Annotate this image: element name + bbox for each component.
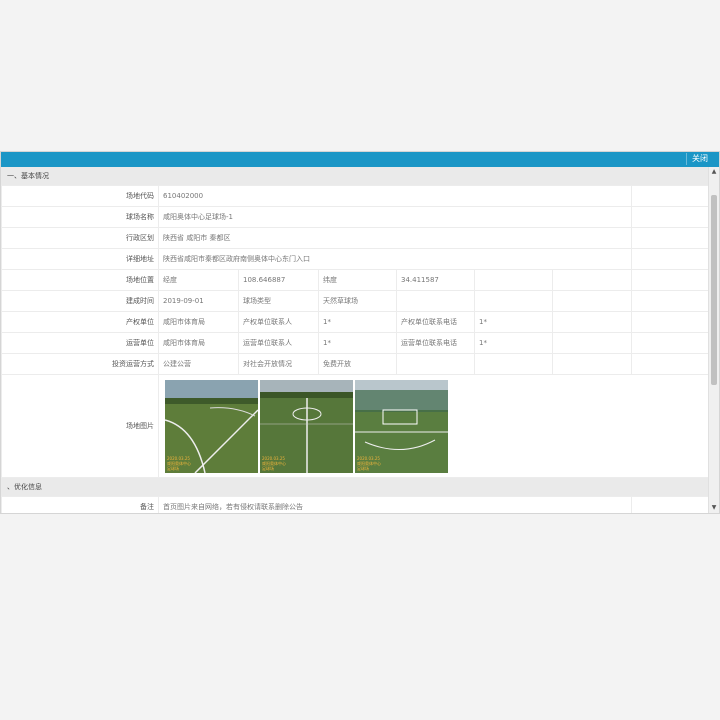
field-label: 运营单位联系人 (238, 332, 319, 354)
table-row: 运营单位 咸阳市体育局 运营单位联系人 1* 运营单位联系电话 1* (1, 332, 710, 354)
close-button[interactable]: 关闭 (686, 153, 713, 165)
field-label: 行政区划 (1, 227, 159, 249)
table-row: 球场名称 咸阳奥体中心足球场-1 (1, 206, 710, 228)
field-label: 场地位置 (1, 269, 159, 291)
field-value: 1* (474, 311, 553, 333)
field-value: 天然草球场 (318, 290, 397, 312)
empty-cell (631, 269, 710, 291)
empty-cell (631, 185, 710, 207)
vertical-scrollbar[interactable]: ▲ ▼ (708, 167, 719, 513)
field-value: 1* (318, 311, 397, 333)
empty-cell (631, 311, 710, 333)
table-row: 产权单位 咸阳市体育局 产权单位联系人 1* 产权单位联系电话 1* (1, 311, 710, 333)
empty-cell (551, 269, 633, 291)
table-row: 行政区划 陕西省 咸阳市 秦都区 (1, 227, 710, 249)
field-value: 1* (318, 332, 397, 354)
field-value: 公建公营 (158, 353, 239, 375)
dialog-header: 关闭 (1, 152, 719, 167)
field-label: 详细地址 (1, 248, 159, 270)
field-label: 产权单位 (1, 311, 159, 333)
field-value: 1* (474, 332, 553, 354)
scroll-thumb[interactable] (711, 195, 717, 385)
field-label: 投资运营方式 (1, 353, 159, 375)
basic-info-table: 场地代码 610402000 球场名称 咸阳奥体中心足球场-1 行政区划 陕西省… (1, 185, 710, 478)
field-label: 建成时间 (1, 290, 159, 312)
field-value: 首页图片来自网络，若有侵权请联系删除公告 (158, 496, 632, 513)
dialog-content: 一、基本情况 场地代码 610402000 球场名称 咸阳奥体中心足球场-1 行… (1, 167, 710, 513)
field-label: 场地代码 (1, 185, 159, 207)
field-label: 运营单位联系电话 (396, 332, 475, 354)
photo-caption: 2020.03.25 咸阳奥体中心 足球场 (357, 455, 381, 471)
field-label: 球场类型 (238, 290, 319, 312)
field-label: 经度 (158, 269, 239, 291)
photo-caption: 2020.03.25 咸阳奥体中心 足球场 (262, 455, 286, 471)
empty-cell (631, 353, 710, 375)
empty-cell (396, 353, 475, 375)
field-label: 运营单位 (1, 332, 159, 354)
empty-cell (474, 269, 553, 291)
scroll-up-icon[interactable]: ▲ (709, 167, 719, 177)
scroll-down-icon[interactable]: ▼ (709, 503, 719, 513)
empty-cell (631, 290, 710, 312)
field-label: 对社会开放情况 (238, 353, 319, 375)
empty-cell (474, 290, 553, 312)
field-label: 球场名称 (1, 206, 159, 228)
table-row: 场地位置 经度 108.646887 纬度 34.411587 (1, 269, 710, 291)
field-label: 备注 (1, 496, 159, 513)
empty-cell (631, 496, 710, 513)
field-label: 产权单位联系电话 (396, 311, 475, 333)
table-row: 备注 首页图片来自网络，若有侵权请联系删除公告 (1, 496, 710, 513)
empty-cell (396, 290, 475, 312)
empty-cell (551, 311, 633, 333)
empty-cell (631, 227, 710, 249)
table-row: 建成时间 2019-09-01 球场类型 天然草球场 (1, 290, 710, 312)
photo-gallery: 2020.03.25 咸阳奥体中心 足球场 2020.03.25 咸阳奥体中心 … (163, 379, 706, 473)
field-label: 场地图片 (1, 374, 159, 478)
extra-info-table: 备注 首页图片来自网络，若有侵权请联系删除公告 (1, 496, 710, 513)
photo-caption: 2020.03.25 咸阳奥体中心 足球场 (167, 455, 191, 471)
field-value: 咸阳市体育局 (158, 332, 239, 354)
empty-cell (631, 248, 710, 270)
table-row: 投资运营方式 公建公营 对社会开放情况 免费开放 (1, 353, 710, 375)
field-value: 咸阳奥体中心足球场-1 (157, 206, 633, 228)
field-value: 2019-09-01 (158, 290, 239, 312)
empty-cell (474, 353, 553, 375)
empty-cell (631, 206, 710, 228)
table-row: 场地图片 2020.03.25 咸阳奥体中心 足球场 2020.03.25 咸阳… (1, 374, 710, 478)
empty-cell (551, 353, 633, 375)
field-value: 610402000 (157, 185, 633, 207)
field-value: 免费开放 (318, 353, 397, 375)
field-photo[interactable]: 2020.03.25 咸阳奥体中心 足球场 (165, 379, 258, 473)
section-basic-title: 一、基本情况 (1, 167, 710, 185)
field-value: 陕西省咸阳市秦都区政府南侧奥体中心东门入口 (157, 248, 633, 270)
photo-cell: 2020.03.25 咸阳奥体中心 足球场 2020.03.25 咸阳奥体中心 … (157, 374, 710, 478)
table-row: 详细地址 陕西省咸阳市秦都区政府南侧奥体中心东门入口 (1, 248, 710, 270)
field-value: 108.646887 (238, 269, 319, 291)
field-detail-dialog: 关闭 一、基本情况 场地代码 610402000 球场名称 咸阳奥体中心足球场-… (0, 151, 720, 514)
field-photo[interactable]: 2020.03.25 咸阳奥体中心 足球场 (355, 379, 448, 473)
field-value: 咸阳市体育局 (158, 311, 239, 333)
field-value: 陕西省 咸阳市 秦都区 (157, 227, 633, 249)
field-label: 纬度 (318, 269, 397, 291)
empty-cell (551, 332, 633, 354)
empty-cell (631, 332, 710, 354)
field-photo[interactable]: 2020.03.25 咸阳奥体中心 足球场 (260, 379, 353, 473)
table-row: 场地代码 610402000 (1, 185, 710, 207)
field-label: 产权单位联系人 (238, 311, 319, 333)
field-value: 34.411587 (396, 269, 475, 291)
empty-cell (551, 290, 633, 312)
section-extra-title: 、优化信息 (1, 478, 710, 496)
